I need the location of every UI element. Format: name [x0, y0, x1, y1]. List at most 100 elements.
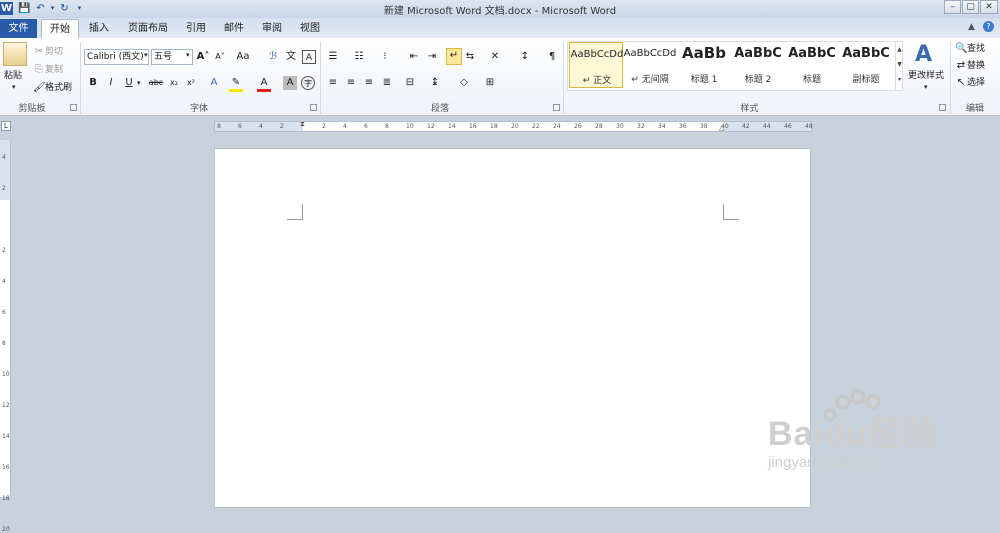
- font-launcher-icon[interactable]: [310, 104, 317, 111]
- tab-insert[interactable]: 插入: [82, 19, 116, 38]
- asian-layout-icon[interactable]: ✕: [488, 50, 502, 64]
- style-no-spacing[interactable]: AaBbCcDd ↵ 无间隔: [623, 42, 677, 88]
- shading-icon[interactable]: ◇: [457, 76, 471, 90]
- tab-view[interactable]: 视图: [294, 19, 326, 38]
- bullets-icon[interactable]: ☰: [326, 50, 340, 64]
- style-sample: AaBbCcDd: [570, 49, 624, 60]
- show-marks-icon[interactable]: ↵: [446, 48, 462, 65]
- style-heading-1[interactable]: AaBb 标题 1: [677, 42, 731, 88]
- change-case-icon[interactable]: Aa: [236, 50, 250, 64]
- tab-home[interactable]: 开始: [41, 19, 79, 38]
- clipboard-icon: [3, 42, 27, 66]
- multilevel-list-icon[interactable]: ⁝: [378, 50, 392, 64]
- find-button[interactable]: 🔍查找: [955, 41, 985, 57]
- tab-mailings[interactable]: 邮件: [218, 19, 250, 38]
- copy-button[interactable]: ⎘ 复制: [33, 62, 63, 78]
- margin-corner-right: [723, 204, 739, 220]
- font-name-dropdown-icon[interactable]: ▾: [144, 51, 148, 59]
- ruler-tick-label: 38: [700, 123, 708, 130]
- find-label: 查找: [967, 44, 986, 54]
- help-icon[interactable]: ?: [983, 21, 994, 32]
- paragraph-mark-icon[interactable]: ¶: [545, 50, 559, 64]
- underline-button[interactable]: U: [122, 76, 136, 90]
- align-left-icon[interactable]: ≡: [326, 76, 340, 90]
- style-title[interactable]: AaBbC 标题: [785, 42, 839, 88]
- highlight-icon[interactable]: ✎: [229, 76, 243, 90]
- numbering-icon[interactable]: ☷: [352, 50, 366, 64]
- paste-button[interactable]: 粘贴: [4, 68, 22, 84]
- tab-selector[interactable]: L: [1, 121, 11, 131]
- styles-launcher-icon[interactable]: [939, 104, 946, 111]
- ruler-tick-label: 24: [553, 123, 561, 130]
- enclose-characters-icon[interactable]: 字: [301, 76, 315, 90]
- ruler-tick-label: 4: [259, 123, 263, 130]
- ribbon: 粘贴 ▾ ✂ 剪切 ⎘ 复制 🖌格式刷 剪贴板 Calibri (西文) ▾ 五号 …: [0, 38, 1000, 116]
- superscript-button[interactable]: x²: [184, 76, 198, 90]
- text-effects-icon[interactable]: A: [207, 76, 221, 90]
- change-styles-button[interactable]: 更改样式: [908, 68, 944, 84]
- watermark-url: jingyan.baidu.com: [768, 454, 889, 471]
- font-size-dropdown-icon[interactable]: ▾: [186, 51, 190, 59]
- replace-label: 替换: [967, 61, 986, 71]
- strikethrough-button[interactable]: abc: [147, 76, 165, 90]
- paintbrush-icon: 🖌: [33, 82, 46, 93]
- bold-button[interactable]: B: [86, 76, 100, 90]
- increase-indent-icon[interactable]: ⇥: [425, 50, 439, 64]
- tab-references[interactable]: 引用: [180, 19, 212, 38]
- select-button[interactable]: ↖ 选择: [955, 75, 985, 91]
- group-label-font: 字体: [189, 104, 208, 114]
- style-name: 标题 1: [690, 75, 718, 85]
- shrink-font-icon[interactable]: A˅: [213, 50, 227, 64]
- paste-dropdown-icon[interactable]: ▾: [12, 83, 16, 91]
- cut-button[interactable]: ✂ 剪切: [33, 44, 63, 60]
- style-normal[interactable]: AaBbCcDd ↵ 正文: [569, 42, 623, 88]
- italic-button[interactable]: I: [104, 76, 118, 90]
- ruler-tick-label: 42: [742, 123, 750, 130]
- tab-file[interactable]: 文件: [0, 19, 37, 38]
- indent-marker-icon[interactable]: ⧗: [300, 120, 305, 129]
- phonetic-guide-icon[interactable]: 文: [284, 50, 298, 64]
- format-painter-button[interactable]: 🖌格式刷: [33, 80, 72, 96]
- close-button[interactable]: ✕: [980, 0, 998, 14]
- tab-page-layout[interactable]: 页面布局: [122, 19, 174, 38]
- sort-icon[interactable]: ↕: [518, 50, 532, 64]
- minimize-button[interactable]: –: [944, 0, 961, 14]
- minimize-ribbon-icon[interactable]: ▲: [968, 22, 975, 32]
- borders-icon[interactable]: ⊞: [483, 76, 497, 90]
- character-border-icon[interactable]: A: [302, 50, 316, 64]
- document-page[interactable]: [214, 148, 811, 508]
- ruler-tick-label: 44: [763, 123, 771, 130]
- align-center-icon[interactable]: ≡: [344, 76, 358, 90]
- change-styles-icon: A: [915, 42, 933, 67]
- character-shading-icon[interactable]: A: [283, 76, 297, 90]
- subscript-button[interactable]: x₂: [167, 76, 181, 90]
- underline-dropdown-icon[interactable]: ▾: [137, 79, 141, 87]
- change-styles-dropdown-icon[interactable]: ▾: [924, 83, 928, 91]
- margin-corner-left: [287, 204, 303, 220]
- tab-review[interactable]: 审阅: [256, 19, 288, 38]
- styles-scroll[interactable]: ▲ ▼ ▾: [895, 42, 903, 90]
- clear-formatting-icon[interactable]: ℬ: [266, 50, 280, 64]
- clipboard-launcher-icon[interactable]: [70, 104, 77, 111]
- distributed-icon[interactable]: ⊟: [403, 76, 417, 90]
- style-heading-2[interactable]: AaBbC 标题 2: [731, 42, 785, 88]
- replace-button[interactable]: ⇄ 替换: [955, 58, 985, 74]
- font-color-icon[interactable]: A: [257, 76, 271, 90]
- text-direction-icon[interactable]: ⇆: [463, 50, 477, 64]
- decrease-indent-icon[interactable]: ⇤: [407, 50, 421, 64]
- ruler-tick-label: 8: [217, 123, 221, 130]
- restore-button[interactable]: ▢: [962, 0, 979, 14]
- paragraph-launcher-icon[interactable]: [553, 104, 560, 111]
- vertical-ruler[interactable]: 4 2 2 4 6 8 10 12 14 16 18 20: [0, 140, 11, 533]
- ribbon-tabs: 文件 开始 插入 页面布局 引用 邮件 审阅 视图 ▲ ?: [0, 18, 1000, 38]
- style-subtitle[interactable]: AaBbC 副标题: [839, 42, 893, 88]
- style-sample: AaBbC: [788, 46, 836, 61]
- style-name: 副标题: [852, 75, 880, 85]
- horizontal-ruler[interactable]: 8 6 4 2 2 4 6 8 10 12 14 16 18 20 22 24 26 28 30 32 34 36 38 40…: [214, 120, 813, 132]
- line-spacing-icon[interactable]: ↨: [428, 76, 442, 90]
- font-name-combo[interactable]: Calibri (西文): [84, 49, 149, 65]
- right-indent-marker-icon[interactable]: △: [719, 124, 724, 132]
- justify-icon[interactable]: ≣: [380, 76, 394, 90]
- grow-font-icon[interactable]: A˄: [196, 50, 210, 64]
- align-right-icon[interactable]: ≡: [362, 76, 376, 90]
